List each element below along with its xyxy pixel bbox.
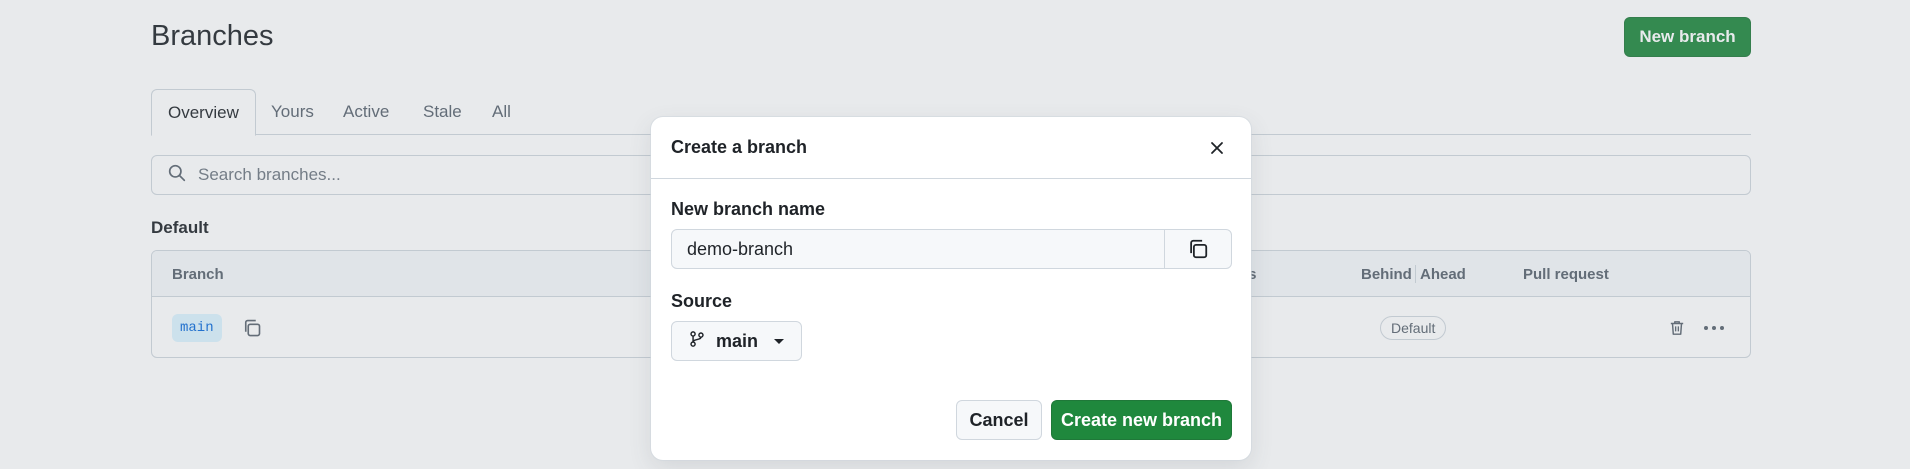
git-branch-icon — [688, 330, 706, 353]
branch-name-group — [671, 229, 1232, 269]
copy-icon[interactable] — [1164, 229, 1232, 269]
source-branch-value: main — [716, 330, 759, 351]
cancel-button[interactable]: Cancel — [956, 400, 1042, 440]
branch-name-label: New branch name — [671, 199, 826, 219]
branch-name-input[interactable] — [671, 229, 1165, 269]
dialog-title: Create a branch — [671, 137, 808, 157]
create-branch-dialog: Create a branch New branch name Source m… — [651, 117, 1251, 460]
create-new-branch-button[interactable]: Create new branch — [1051, 400, 1232, 440]
dialog-header: Create a branch — [651, 117, 1251, 179]
source-branch-select[interactable]: main — [671, 321, 802, 361]
triangle-down-icon — [774, 338, 785, 344]
source-label: Source — [671, 291, 733, 311]
close-icon[interactable] — [1204, 135, 1230, 161]
